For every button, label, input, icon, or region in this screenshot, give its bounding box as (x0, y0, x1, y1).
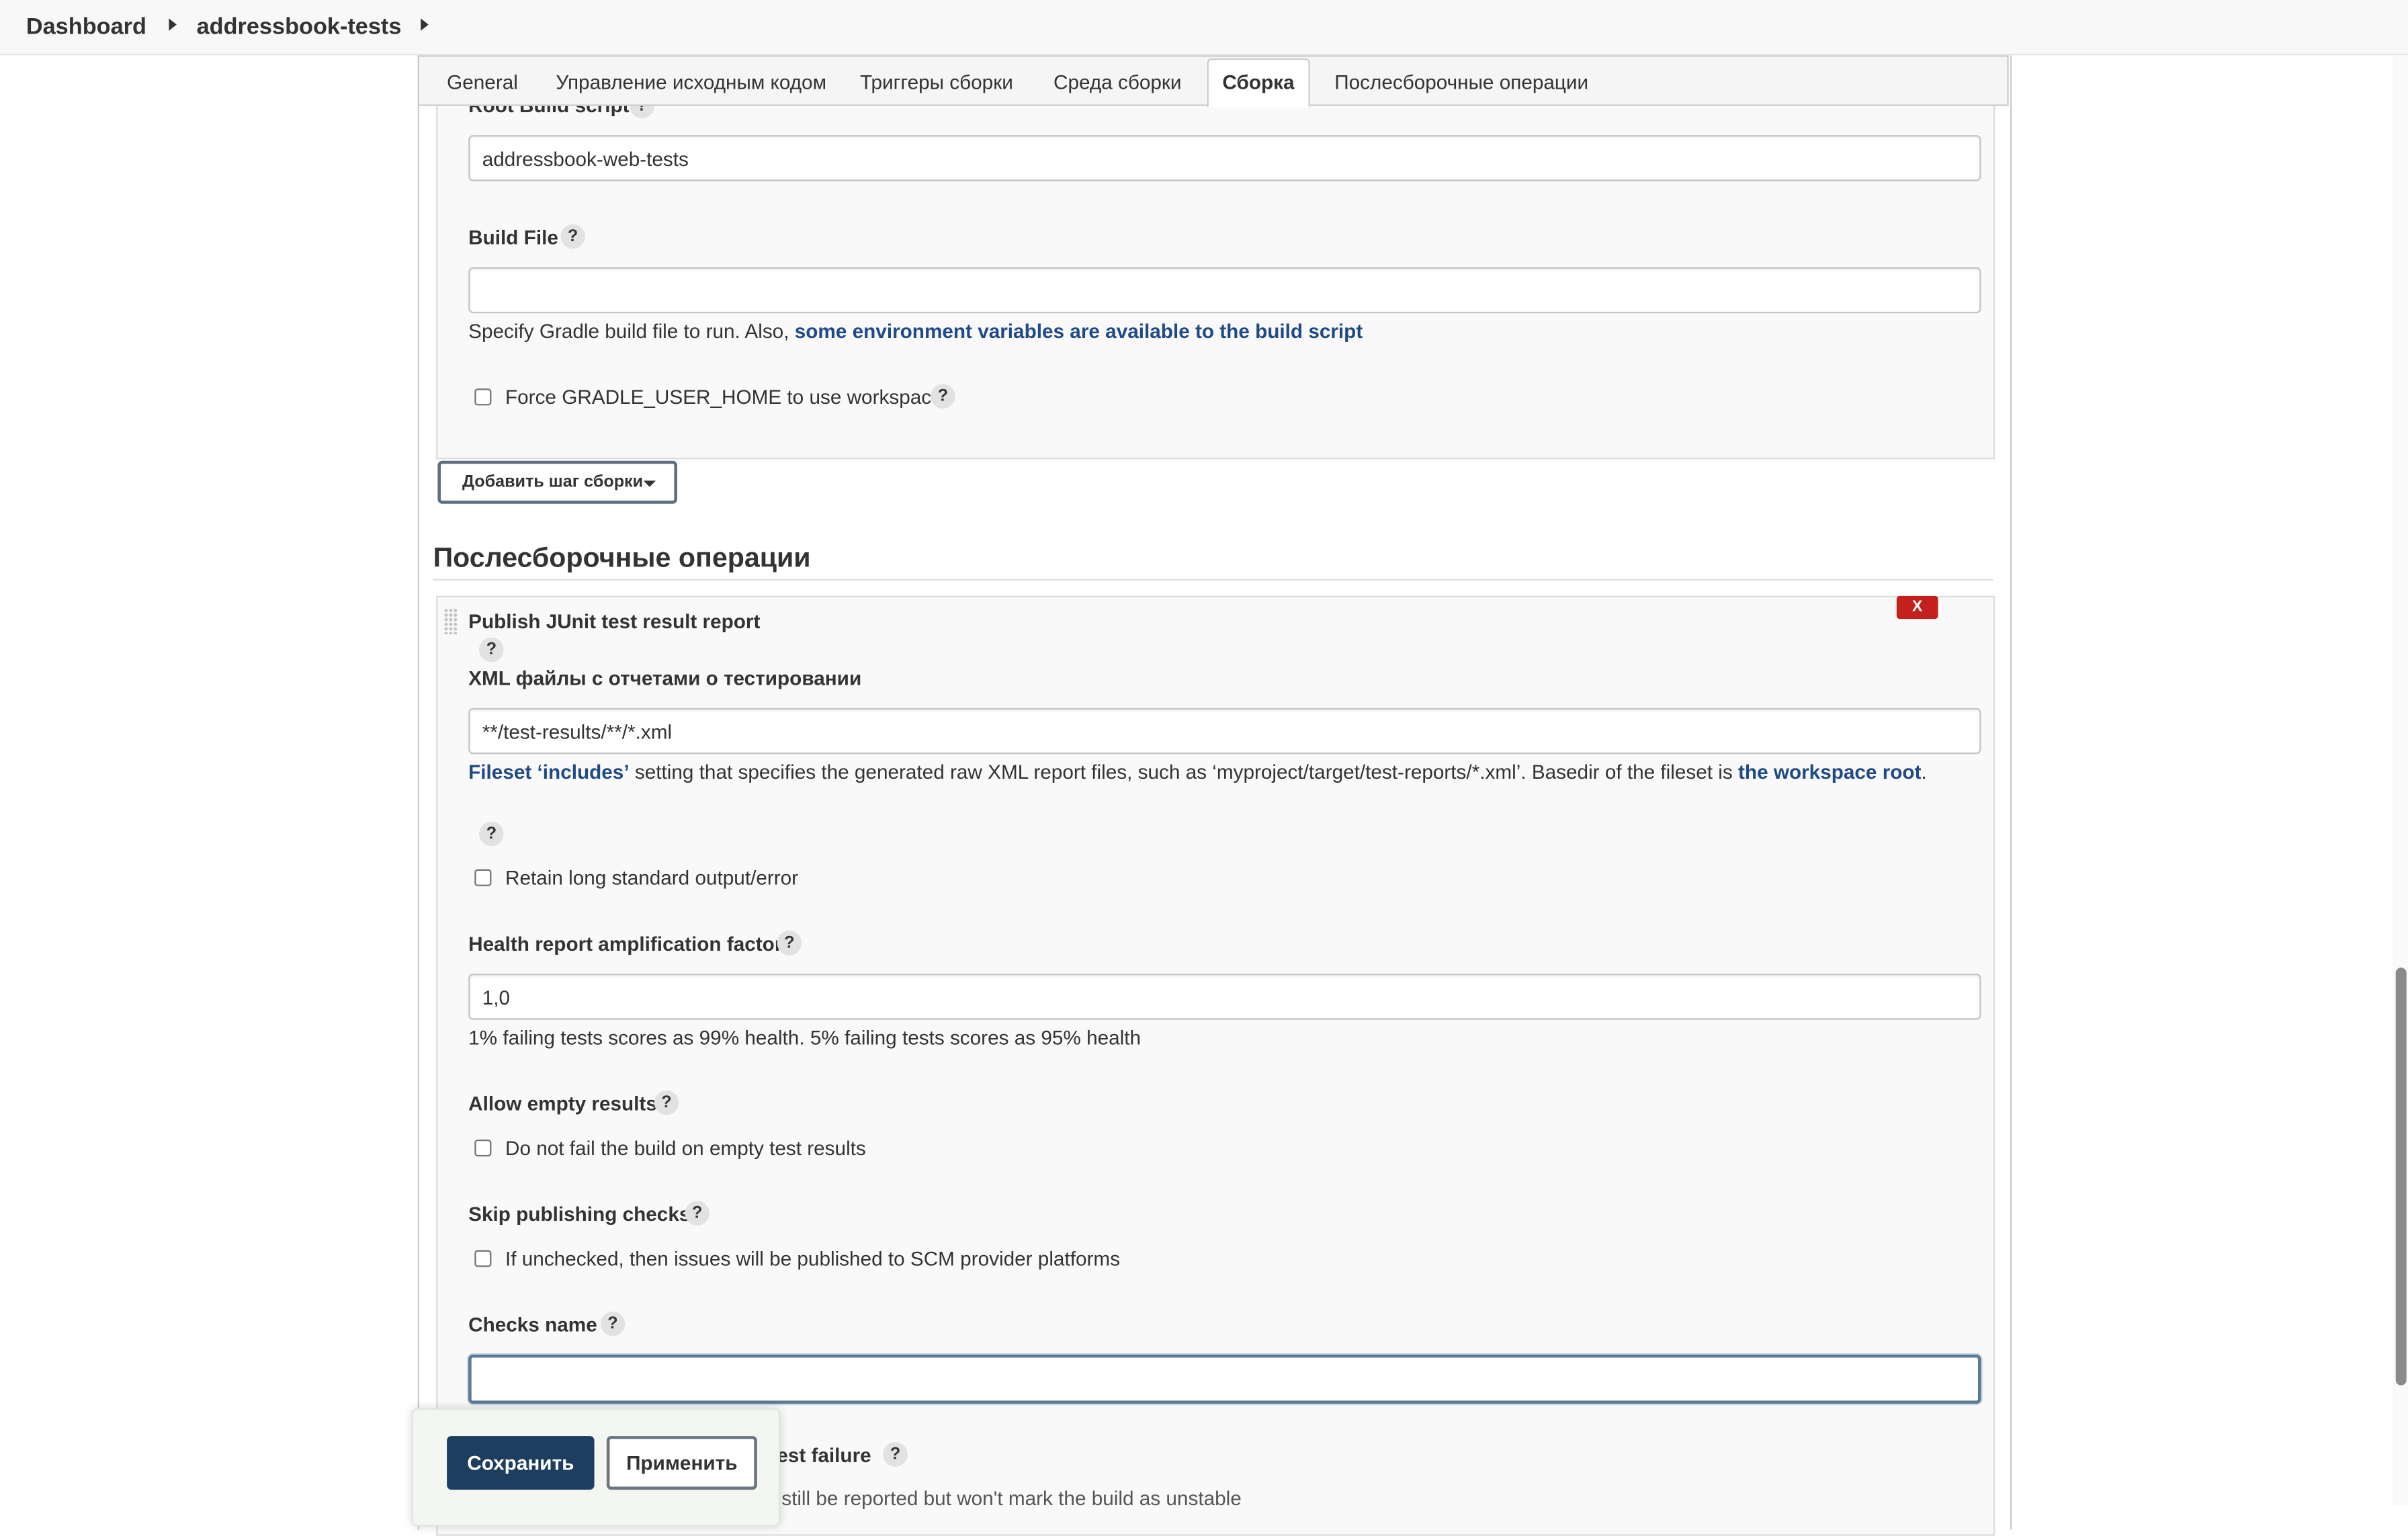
checks-name-label: Checks name (468, 1313, 597, 1336)
help-icon[interactable]: ? (931, 384, 955, 409)
add-build-step-label: Добавить шаг сборки (462, 472, 644, 492)
tab-general[interactable]: General (447, 71, 518, 93)
help-icon[interactable]: ? (883, 1442, 908, 1467)
drag-handle-icon[interactable] (443, 608, 458, 634)
add-build-step-button[interactable]: Добавить шаг сборки (437, 460, 677, 504)
force-gradle-home-checkbox[interactable] (474, 388, 492, 406)
help-icon[interactable]: ? (777, 931, 802, 955)
apply-button[interactable]: Применить (606, 1436, 757, 1490)
xml-files-input[interactable] (468, 708, 1981, 755)
junit-step-title: Publish JUnit test result report (468, 609, 761, 633)
caret-down-icon (643, 480, 656, 487)
section-divider (433, 579, 1993, 581)
health-factor-input[interactable] (468, 974, 1981, 1020)
help-icon[interactable]: ? (600, 1311, 626, 1336)
tab-build[interactable]: Сборка (1207, 58, 1310, 108)
help-icon[interactable]: ? (560, 224, 585, 249)
xml-files-description: Fileset ‘includes’ setting that specifie… (468, 760, 1927, 783)
breadcrumb-dashboard[interactable]: Dashboard (26, 14, 146, 40)
allow-empty-checkbox-label: Do not fail the build on empty test resu… (505, 1136, 866, 1160)
save-button[interactable]: Сохранить (447, 1436, 595, 1490)
build-file-label: Build File (468, 225, 558, 249)
xml-files-label: XML файлы с отчетами о тестировании (468, 666, 862, 690)
breadcrumb-job[interactable]: addressbook-tests (197, 14, 402, 40)
help-icon[interactable]: ? (685, 1201, 710, 1226)
xml-files-description-text: setting that specifies the generated raw… (629, 760, 1739, 783)
build-file-input[interactable] (468, 267, 1981, 314)
workspace-root-link[interactable]: the workspace root (1738, 760, 1921, 783)
fileset-includes-link[interactable]: Fileset ‘includes’ (468, 760, 629, 783)
tab-build-triggers[interactable]: Триггеры сборки (860, 71, 1013, 93)
retain-output-checkbox[interactable] (474, 869, 492, 886)
breadcrumb-chevron-icon[interactable] (169, 18, 177, 31)
help-icon[interactable]: ? (654, 1090, 679, 1115)
force-gradle-home-label: Force GRADLE_USER_HOME to use workspace (505, 385, 943, 409)
skip-checks-checkbox-label: If unchecked, then issues will be publis… (505, 1246, 1120, 1271)
help-icon[interactable]: ? (479, 637, 504, 663)
jenkins-config-page: Dashboard addressbook-tests Root Build s… (0, 0, 2408, 1536)
health-factor-description: 1% failing tests scores as 99% health. 5… (468, 1025, 1142, 1050)
tab-build-environment[interactable]: Среда сборки (1054, 71, 1182, 93)
allow-empty-checkbox[interactable] (474, 1139, 492, 1157)
config-tabs: General Управление исходным кодом Тригге… (417, 55, 2009, 108)
retain-output-label: Retain long standard output/error (505, 866, 799, 890)
delete-step-button[interactable]: X (1896, 595, 1938, 620)
checks-name-input[interactable] (468, 1354, 1981, 1404)
build-file-description-text: Specify Gradle build file to run. Also, (468, 319, 795, 343)
post-build-section-title: Послесборочные операции (433, 542, 811, 573)
env-variables-link[interactable]: some environment variables are available… (795, 319, 1363, 342)
breadcrumb: Dashboard addressbook-tests (0, 0, 2408, 56)
skip-checks-label: Skip publishing checks (468, 1202, 691, 1226)
skip-checks-checkbox[interactable] (474, 1250, 492, 1267)
breadcrumb-chevron-icon[interactable] (421, 18, 429, 31)
xml-files-description-end: . (1921, 760, 1927, 783)
health-factor-label: Health report amplification factor (468, 932, 783, 955)
help-icon[interactable]: ? (479, 821, 504, 847)
build-file-description: Specify Gradle build file to run. Also, … (468, 319, 1363, 342)
scrollbar-thumb[interactable] (2395, 967, 2407, 1385)
allow-empty-label: Allow empty results (468, 1092, 657, 1115)
tab-source-code-management[interactable]: Управление исходным кодом (556, 71, 826, 93)
root-build-script-input[interactable] (468, 135, 1981, 181)
tab-post-build-actions[interactable]: Послесборочные операции (1334, 71, 1588, 93)
